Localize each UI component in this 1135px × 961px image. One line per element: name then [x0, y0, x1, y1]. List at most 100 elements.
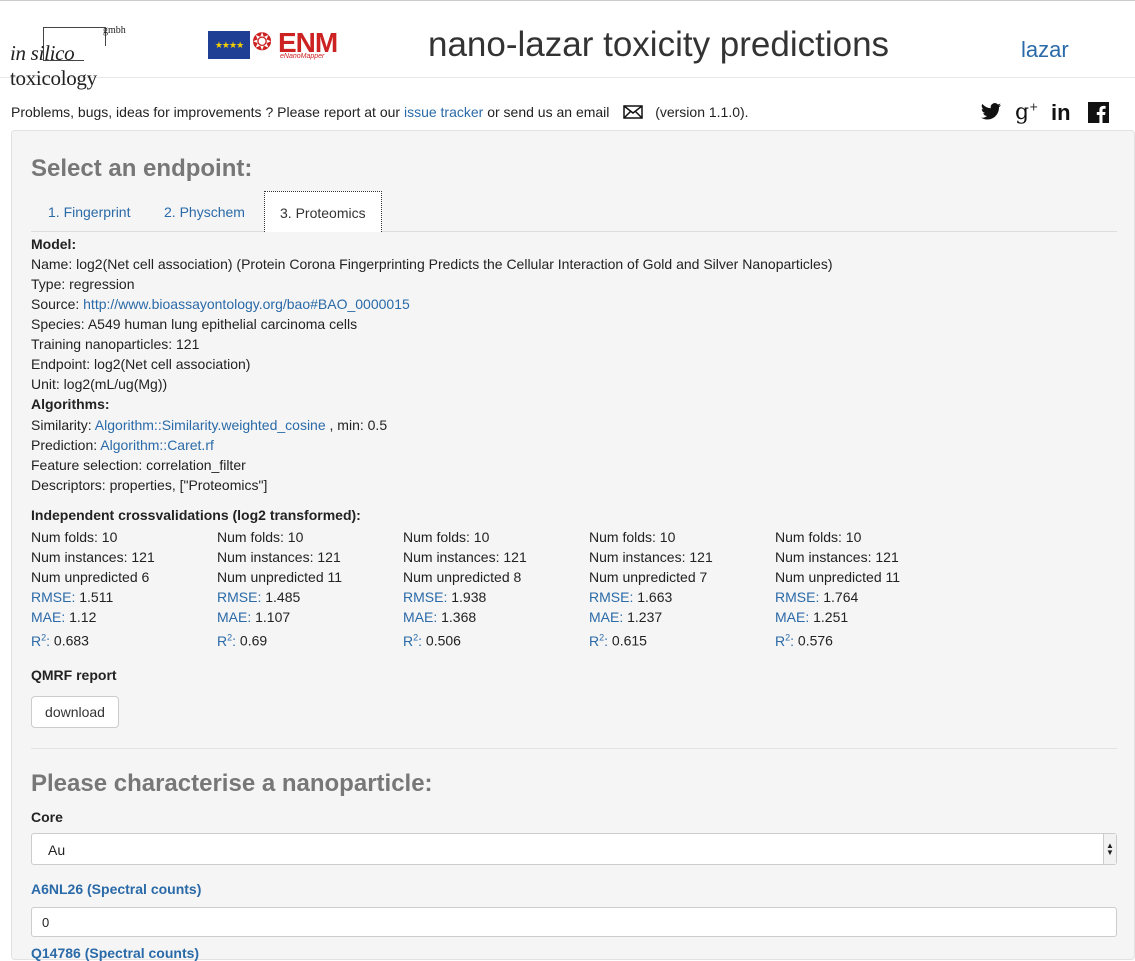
- r2-value: 0.576: [797, 632, 833, 649]
- descriptors: Descriptors: properties, ["Proteomics"]: [31, 477, 268, 493]
- cv-instances: Num instances: 121: [31, 549, 155, 565]
- cv-mae: MAE: 1.12: [31, 607, 217, 627]
- cv-r2: R2: 0.506: [403, 627, 589, 651]
- cv-folds: Num folds: 10: [775, 529, 862, 545]
- a6nl26-input-value: 0: [42, 915, 50, 930]
- model-endpoint: Endpoint: log2(Net cell association): [31, 356, 251, 372]
- r2-link[interactable]: R2:: [403, 632, 422, 649]
- cv-rmse: RMSE: 1.938: [403, 587, 589, 607]
- rmse-link[interactable]: RMSE:: [403, 589, 447, 605]
- cv-unpredicted: Num unpredicted 11: [217, 569, 343, 585]
- model-source: Source: http://www.bioassayontology.org/…: [31, 296, 410, 312]
- rmse-value: 1.485: [265, 589, 301, 605]
- cv-mae: MAE: 1.368: [403, 607, 589, 627]
- tab-fingerprint[interactable]: 1. Fingerprint: [33, 191, 145, 231]
- r2-letter: R: [775, 632, 786, 649]
- model-species: Species: A549 human lung epithelial carc…: [31, 316, 358, 332]
- r2-letter: R: [589, 632, 600, 649]
- similarity-label: Similarity:: [31, 417, 92, 433]
- r2-letter: R: [403, 632, 414, 649]
- enanomapper-logo[interactable]: ❂ ENM eNanoMapper: [250, 27, 360, 61]
- algorithms-heading: Algorithms:: [31, 396, 110, 412]
- cv-folds: Num folds: 10: [31, 529, 118, 545]
- cv-mae: MAE: 1.251: [775, 607, 961, 627]
- model-name: Name: log2(Net cell association) (Protei…: [31, 256, 833, 272]
- core-select[interactable]: Au ▲ ▼: [31, 833, 1117, 865]
- model-type: Type: regression: [31, 276, 135, 292]
- model-unit: Unit: log2(mL/ug(Mg)): [31, 376, 168, 392]
- cv-mae: MAE: 1.237: [589, 607, 775, 627]
- cv-rmse: RMSE: 1.663: [589, 587, 775, 607]
- twitter-icon[interactable]: [980, 102, 1002, 128]
- r2-colon: :: [232, 632, 237, 649]
- version-text: (version 1.1.0).: [655, 104, 749, 120]
- source-link[interactable]: http://www.bioassayontology.org/bao#BAO_…: [83, 296, 410, 312]
- cv-instances: Num instances: 121: [217, 549, 341, 565]
- cv-instances: Num instances: 121: [589, 549, 713, 565]
- rmse-link[interactable]: RMSE:: [775, 589, 819, 605]
- r2-link[interactable]: R2:: [589, 632, 608, 649]
- mae-link[interactable]: MAE:: [775, 609, 809, 625]
- mae-value: 1.107: [255, 609, 291, 625]
- r2-colon: :: [790, 632, 795, 649]
- cv-column-2: Num folds: 10 Num instances: 121 Num unp…: [217, 527, 403, 651]
- cv-r2: R2: 0.576: [775, 627, 961, 651]
- rmse-link[interactable]: RMSE:: [589, 589, 633, 605]
- mae-link[interactable]: MAE:: [589, 609, 623, 625]
- q14786-label: Q14786 (Spectral counts): [31, 945, 199, 961]
- mae-value: 1.12: [69, 609, 97, 625]
- prediction-link[interactable]: Algorithm::Caret.rf: [100, 437, 214, 453]
- feature-selection: Feature selection: correlation_filter: [31, 457, 246, 473]
- ist-logo-text: in silico toxicology: [10, 41, 165, 91]
- a6nl26-input[interactable]: 0: [31, 907, 1117, 937]
- algorithm-prediction: Prediction: Algorithm::Caret.rf: [31, 437, 214, 453]
- rmse-link[interactable]: RMSE:: [31, 589, 75, 605]
- a6nl26-label: A6NL26 (Spectral counts): [31, 881, 201, 897]
- r2-value: 0.69: [239, 632, 268, 649]
- ist-logo[interactable]: gmbh in silico toxicology: [10, 23, 165, 90]
- select-arrows-icon: ▲ ▼: [1103, 834, 1116, 864]
- issue-tracker-link[interactable]: issue tracker: [404, 104, 483, 120]
- cv-column-1: Num folds: 10 Num instances: 121 Num unp…: [31, 527, 217, 651]
- crossvalidation-heading: Independent crossvalidations (log2 trans…: [31, 507, 361, 523]
- r2-link[interactable]: R2:: [775, 632, 795, 649]
- select-endpoint-heading: Select an endpoint:: [31, 155, 253, 182]
- mae-link[interactable]: MAE:: [217, 609, 251, 625]
- tab-physchem[interactable]: 2. Physchem: [149, 191, 260, 231]
- rmse-link[interactable]: RMSE:: [217, 589, 261, 605]
- cv-unpredicted: Num unpredicted 6: [31, 569, 150, 585]
- download-button[interactable]: download: [31, 696, 119, 728]
- tab-proteomics[interactable]: 3. Proteomics: [264, 191, 382, 232]
- lazar-link[interactable]: lazar: [1021, 37, 1069, 63]
- r2-link[interactable]: R2:: [31, 632, 50, 649]
- similarity-link[interactable]: Algorithm::Similarity.weighted_cosine: [95, 417, 326, 433]
- cv-unpredicted: Num unpredicted 8: [403, 569, 522, 585]
- cv-rmse: RMSE: 1.485: [217, 587, 403, 607]
- mae-value: 1.237: [627, 609, 663, 625]
- source-label: Source:: [31, 296, 80, 312]
- eu-stars-icon: ★★★★: [214, 39, 244, 50]
- mail-icon[interactable]: [623, 105, 644, 122]
- cv-r2: R2: 0.615: [589, 627, 775, 651]
- qmrf-heading: QMRF report: [31, 667, 117, 683]
- facebook-icon[interactable]: [1088, 102, 1109, 129]
- cv-instances: Num instances: 121: [775, 549, 899, 565]
- a6nl26-link[interactable]: A6NL26 (Spectral counts): [31, 881, 201, 897]
- cv-r2: R2: 0.69: [217, 627, 403, 651]
- ist-logo-suffix: toxicology: [10, 66, 97, 90]
- core-label: Core: [31, 809, 63, 825]
- r2-link[interactable]: R2:: [217, 632, 237, 649]
- linkedin-icon[interactable]: in: [1051, 100, 1071, 126]
- rmse-value: 1.511: [79, 589, 114, 605]
- cv-unpredicted: Num unpredicted 11: [775, 569, 901, 585]
- ist-logo-gmbh: gmbh: [103, 25, 126, 36]
- google-plus-icon[interactable]: g+: [1015, 100, 1038, 125]
- mae-link[interactable]: MAE:: [403, 609, 437, 625]
- prediction-label: Prediction:: [31, 437, 98, 453]
- characterise-heading: Please characterise a nanoparticle:: [31, 770, 433, 797]
- q14786-link[interactable]: Q14786 (Spectral counts): [31, 945, 199, 961]
- mae-value: 1.368: [441, 609, 477, 625]
- eu-flag-logo[interactable]: ★★★★: [208, 31, 250, 59]
- mae-link[interactable]: MAE:: [31, 609, 65, 625]
- rmse-value: 1.764: [823, 589, 859, 605]
